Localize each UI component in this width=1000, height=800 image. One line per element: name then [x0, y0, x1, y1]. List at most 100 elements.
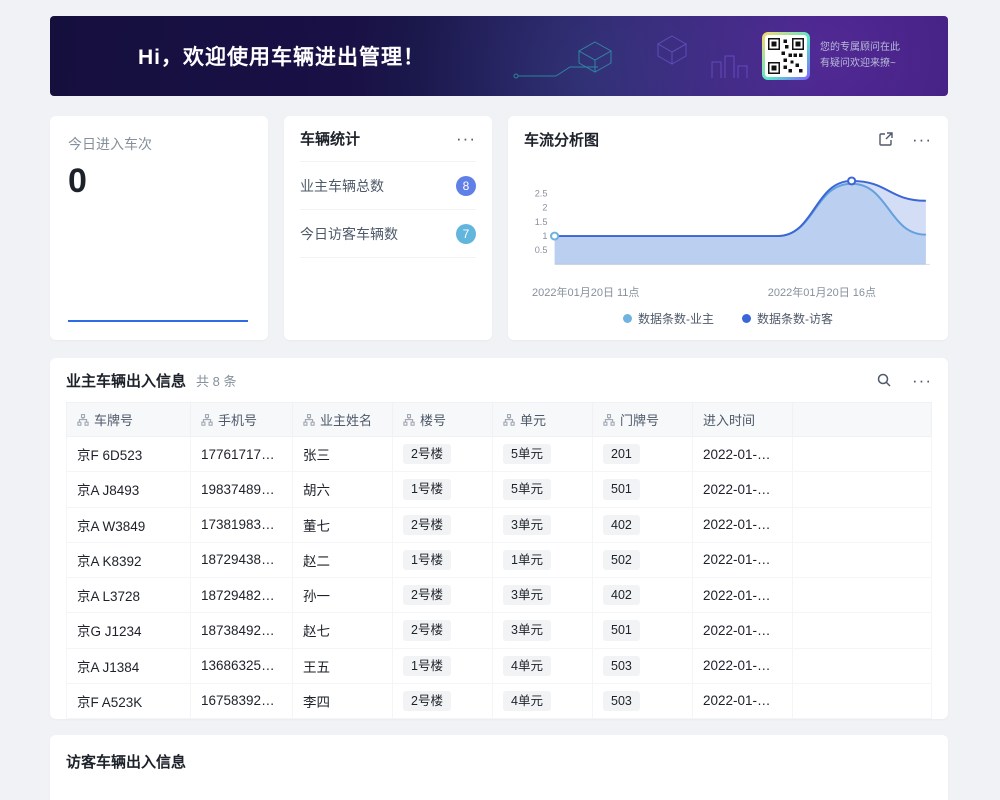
- cell-plate: 京A W3849: [67, 507, 191, 542]
- stat-item-visitor-today: 今日访客车辆数 7: [300, 210, 476, 258]
- door-tag: 502: [603, 550, 640, 570]
- cell-plate: 京F 6D523: [67, 437, 191, 472]
- filler-cell: [793, 542, 932, 577]
- door-tag: 503: [603, 691, 640, 711]
- flow-chart-card: 车流分析图 ··· 0.511.522.5 2022年01月20日 11点 20…: [508, 116, 948, 340]
- cell-building: 2号楼: [393, 507, 493, 542]
- unit-tag: 4单元: [503, 691, 551, 711]
- qr-caption-line1: 您的专属顾问在此: [820, 40, 900, 56]
- table-row[interactable]: 京A J138413686325…王五1号楼4单元5032022-01-…: [67, 648, 932, 683]
- unit-tag: 3单元: [503, 585, 551, 605]
- more-menu-icon[interactable]: ···: [912, 131, 932, 148]
- cell-unit: 3单元: [493, 578, 593, 613]
- table-row[interactable]: 京F 6D52317761717…张三2号楼5单元2012022-01-…: [67, 437, 932, 472]
- field-type-icon: [603, 414, 615, 426]
- owner-table-card: 业主车辆出入信息 共 8 条 ··· 车牌号 手机号 业主姓名 楼号 单元: [50, 358, 948, 719]
- cell-owner: 赵七: [293, 613, 393, 648]
- cell-building: 2号楼: [393, 437, 493, 472]
- unit-tag: 4单元: [503, 656, 551, 676]
- stat-item-owner-total: 业主车辆总数 8: [300, 162, 476, 210]
- cell-phone: 18738492…: [191, 613, 293, 648]
- cell-phone: 17761717…: [191, 437, 293, 472]
- cell-building: 1号楼: [393, 542, 493, 577]
- column-header-phone[interactable]: 手机号: [191, 403, 293, 437]
- cell-door: 501: [593, 472, 693, 507]
- column-header-building[interactable]: 楼号: [393, 403, 493, 437]
- more-menu-icon[interactable]: ···: [456, 130, 476, 147]
- table-row[interactable]: 京A J849319837489…胡六1号楼5单元5012022-01-…: [67, 472, 932, 507]
- cell-building: 2号楼: [393, 683, 493, 718]
- unit-tag: 5单元: [503, 444, 551, 464]
- door-tag: 201: [603, 444, 640, 464]
- record-count: 共 8 条: [196, 371, 236, 390]
- building-tag: 2号楼: [403, 691, 451, 711]
- unit-tag: 3单元: [503, 515, 551, 535]
- cell-owner: 董七: [293, 507, 393, 542]
- door-tag: 501: [603, 620, 640, 640]
- x-axis-label-end: 2022年01月20日 16点: [768, 284, 876, 300]
- cell-owner: 李四: [293, 683, 393, 718]
- cell-time: 2022-01-…: [693, 472, 793, 507]
- table-row[interactable]: 京A K839218729438…赵二1号楼1单元5022022-01-…: [67, 542, 932, 577]
- export-icon[interactable]: [878, 131, 894, 147]
- owner-table-header: 业主车辆出入信息 共 8 条 ···: [50, 358, 948, 402]
- cell-unit: 3单元: [493, 507, 593, 542]
- cell-building: 1号楼: [393, 648, 493, 683]
- filler-cell: [793, 507, 932, 542]
- legend-item-visitor[interactable]: 数据条数-访客: [742, 310, 833, 327]
- dashboard-page: Hi，欢迎使用车辆进出管理！: [0, 0, 1000, 800]
- table-row[interactable]: 京A L372818729482…孙一2号楼3单元4022022-01-…: [67, 578, 932, 613]
- owner-table-body: 京F 6D52317761717…张三2号楼5单元2012022-01-…京A …: [67, 437, 932, 719]
- building-tag: 1号楼: [403, 656, 451, 676]
- cell-time: 2022-01-…: [693, 648, 793, 683]
- building-tag: 2号楼: [403, 620, 451, 640]
- stat-badge: 8: [456, 176, 476, 196]
- cell-plate: 京A K8392: [67, 542, 191, 577]
- qr-block: 您的专属顾问在此 有疑问欢迎来撩~: [762, 32, 900, 80]
- column-header-owner[interactable]: 业主姓名: [293, 403, 393, 437]
- cell-unit: 4单元: [493, 683, 593, 718]
- cell-owner: 王五: [293, 648, 393, 683]
- column-header-filler: [793, 403, 932, 437]
- more-menu-icon[interactable]: ···: [912, 372, 932, 389]
- cell-door: 501: [593, 613, 693, 648]
- x-axis-label-start: 2022年01月20日 11点: [532, 284, 639, 300]
- cell-unit: 4单元: [493, 648, 593, 683]
- column-header-unit[interactable]: 单元: [493, 403, 593, 437]
- legend-label: 数据条数-业主: [638, 310, 714, 327]
- column-header-door[interactable]: 门牌号: [593, 403, 693, 437]
- legend-item-owner[interactable]: 数据条数-业主: [623, 310, 714, 327]
- legend-dot: [742, 314, 751, 323]
- unit-tag: 5单元: [503, 479, 551, 499]
- qr-caption: 您的专属顾问在此 有疑问欢迎来撩~: [820, 40, 900, 72]
- welcome-banner: Hi，欢迎使用车辆进出管理！: [50, 16, 948, 96]
- cell-plate: 京A L3728: [67, 578, 191, 613]
- top-cards-row: 今日进入车次 0 车辆统计 ··· 业主车辆总数 8 今日访客车辆数 7 车流分…: [50, 116, 948, 340]
- table-row[interactable]: 京F A523K16758392…李四2号楼4单元5032022-01-…: [67, 683, 932, 718]
- column-header-time[interactable]: 进入时间: [693, 403, 793, 437]
- cell-owner: 孙一: [293, 578, 393, 613]
- cell-unit: 3单元: [493, 613, 593, 648]
- filler-cell: [793, 578, 932, 613]
- cell-door: 503: [593, 648, 693, 683]
- column-header-plate[interactable]: 车牌号: [67, 403, 191, 437]
- table-row[interactable]: 京A W384917381983…董七2号楼3单元4022022-01-…: [67, 507, 932, 542]
- flow-chart-title: 车流分析图: [524, 129, 599, 150]
- cell-building: 2号楼: [393, 613, 493, 648]
- qr-code: [762, 32, 810, 80]
- visitor-table-title: 访客车辆出入信息: [66, 751, 932, 772]
- field-type-icon: [303, 414, 315, 426]
- table-row[interactable]: 京G J123418738492…赵七2号楼3单元5012022-01-…: [67, 613, 932, 648]
- search-icon[interactable]: [876, 372, 892, 388]
- stat-badge: 7: [456, 224, 476, 244]
- cell-phone: 17381983…: [191, 507, 293, 542]
- svg-text:0.5: 0.5: [535, 245, 548, 255]
- building-tag: 2号楼: [403, 585, 451, 605]
- x-axis-labels: 2022年01月20日 11点 2022年01月20日 16点: [524, 284, 932, 300]
- door-tag: 402: [603, 515, 640, 535]
- qr-pattern-icon: [768, 38, 804, 74]
- building-tag: 2号楼: [403, 515, 451, 535]
- field-type-icon: [503, 414, 515, 426]
- vehicle-stats-card: 车辆统计 ··· 业主车辆总数 8 今日访客车辆数 7: [284, 116, 492, 340]
- owner-table-title: 业主车辆出入信息: [66, 370, 186, 391]
